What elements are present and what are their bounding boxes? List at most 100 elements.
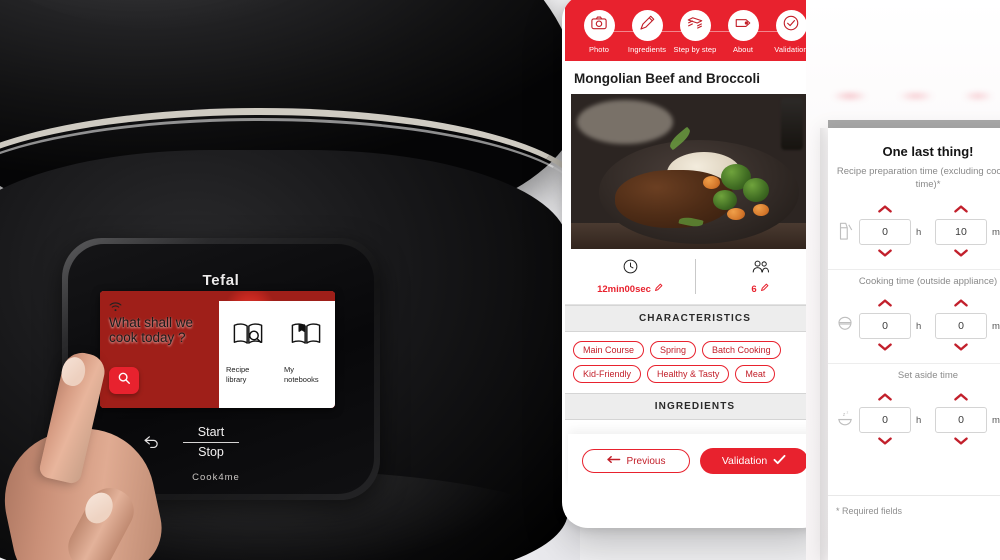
- step-bubble: [775, 10, 807, 41]
- stop-label: Stop: [198, 445, 224, 459]
- lid-gloss: [0, 0, 400, 30]
- tag-item[interactable]: Spring: [650, 341, 697, 359]
- setaside-minutes-unit: mi: [992, 414, 1000, 426]
- start-stop-divider: [183, 442, 239, 443]
- phone-bottom-bar: [568, 488, 822, 522]
- prep-hours-unit: h: [916, 226, 922, 238]
- chevron-down-icon[interactable]: [935, 339, 987, 357]
- chevron-up-icon[interactable]: [859, 201, 911, 219]
- chevron-up-icon[interactable]: [859, 389, 911, 407]
- tag-item[interactable]: Meat: [735, 365, 776, 383]
- cooking-time-label: Cooking time (outside appliance): [828, 269, 1000, 289]
- step-ingredients[interactable]: Ingredients: [625, 10, 669, 54]
- tag-item[interactable]: Healthy & Tasty: [647, 365, 730, 383]
- background-plate: [577, 100, 673, 144]
- prep-time-label: Recipe preparation time (excluding cooki…: [836, 166, 1000, 190]
- setaside-minutes-stepper[interactable]: 0: [935, 389, 987, 451]
- chevron-up-icon[interactable]: [935, 389, 987, 407]
- chevron-up-icon[interactable]: [859, 295, 911, 313]
- prep-time-cell[interactable]: 12min00sec: [565, 249, 695, 304]
- setaside-minutes-value[interactable]: 0: [935, 407, 987, 433]
- step-ingredients-label: Ingredients: [627, 45, 667, 54]
- check-circle-icon: [782, 14, 800, 37]
- broccoli: [743, 178, 769, 202]
- recipe-library-card[interactable]: Recipe library: [219, 301, 277, 408]
- prep-hours-value[interactable]: 0: [859, 219, 911, 245]
- step-stepbystep-label: Step by step: [673, 45, 717, 54]
- chevron-down-icon[interactable]: [859, 433, 911, 451]
- chevron-down-icon[interactable]: [935, 245, 987, 263]
- required-divider: [828, 495, 1000, 496]
- prep-minutes-stepper[interactable]: 10: [935, 201, 987, 263]
- people-icon: [751, 258, 770, 280]
- cooking-minutes-stepper[interactable]: 0: [935, 295, 987, 357]
- validation-button[interactable]: Validation: [700, 448, 808, 474]
- ingredients-header: INGREDIENTS: [565, 393, 825, 420]
- pen-icon: [638, 14, 656, 37]
- chevron-down-icon[interactable]: [935, 433, 987, 451]
- servings-value: 6: [751, 283, 757, 295]
- svg-text:z: z: [847, 411, 849, 415]
- device-screen[interactable]: What shall we cook today ? Recipe librar…: [100, 291, 335, 408]
- servings-value-wrap: 6: [751, 283, 769, 295]
- svg-text:z: z: [843, 412, 846, 418]
- modal-left-shadow: [820, 128, 828, 560]
- step-step-by-step[interactable]: Step by step: [673, 10, 717, 54]
- step-bubble: [727, 10, 759, 41]
- chevron-up-icon[interactable]: [935, 295, 987, 313]
- tag-item[interactable]: Batch Cooking: [702, 341, 781, 359]
- setaside-hours-unit: h: [916, 414, 922, 426]
- recipe-photo: [571, 94, 819, 249]
- broccoli: [713, 190, 737, 210]
- cooking-hours-stepper[interactable]: 0: [859, 295, 911, 357]
- pot-icon: [836, 315, 854, 337]
- validation-label: Validation: [721, 455, 768, 467]
- recipe-meta-row: 12min00sec 6: [565, 249, 825, 305]
- step-progress-bar: Photo Ingredients Step by step About Val…: [565, 0, 825, 61]
- setaside-hours-stepper[interactable]: 0: [859, 389, 911, 451]
- cooking-minutes-value[interactable]: 0: [935, 313, 987, 339]
- pencil-icon[interactable]: [760, 283, 769, 295]
- rest-icon: z z: [836, 409, 854, 431]
- step-about-label: About: [732, 45, 754, 54]
- required-fields-note: * Required fields: [836, 506, 903, 516]
- cards-icon: [686, 14, 704, 37]
- set-aside-time-row: z z 0 h 0 m: [828, 383, 1000, 457]
- model-name: Cook4me: [192, 472, 240, 483]
- previous-label: Previous: [626, 455, 666, 467]
- prep-hours-stepper[interactable]: 0: [859, 201, 911, 263]
- chevron-down-icon[interactable]: [859, 245, 911, 263]
- cooking-hours-value[interactable]: 0: [859, 313, 911, 339]
- back-arrow-icon[interactable]: [143, 434, 160, 449]
- appliance-photo: Tefal What shall we cook today ? Recipe …: [0, 0, 580, 560]
- chevron-up-icon[interactable]: [935, 201, 987, 219]
- phone-footer-actions: Previous Validation: [568, 434, 822, 488]
- tag-item[interactable]: Kid-Friendly: [573, 365, 642, 383]
- book-search-icon: [231, 321, 265, 347]
- search-button[interactable]: [109, 367, 139, 394]
- start-stop-button[interactable]: Start Stop: [176, 424, 246, 461]
- phone-mockup: Photo Ingredients Step by step About Val…: [562, 0, 828, 528]
- setaside-hours-value[interactable]: 0: [859, 407, 911, 433]
- tag-icon: [734, 14, 752, 37]
- prep-minutes-value[interactable]: 10: [935, 219, 987, 245]
- check-icon: [773, 454, 786, 468]
- previous-button[interactable]: Previous: [582, 449, 690, 473]
- tag-item[interactable]: Main Course: [573, 341, 645, 359]
- cooking-minutes-unit: mi: [992, 320, 1000, 332]
- prep-knife-icon: [836, 221, 854, 243]
- cooking-time-row: 0 h 0 mi: [828, 289, 1000, 363]
- chevron-down-icon[interactable]: [859, 339, 911, 357]
- screenshot-root: Tefal What shall we cook today ? Recipe …: [0, 0, 1000, 560]
- phone-screen: Photo Ingredients Step by step About Val…: [565, 0, 825, 522]
- prep-time-value-wrap: 12min00sec: [597, 283, 663, 295]
- characteristics-header: CHARACTERISTICS: [565, 305, 825, 332]
- cooking-hours-unit: h: [916, 320, 922, 332]
- pencil-icon[interactable]: [654, 283, 663, 295]
- modal-top-bar: [828, 120, 1000, 128]
- carrot: [753, 204, 769, 216]
- step-about[interactable]: About: [721, 10, 765, 54]
- step-photo[interactable]: Photo: [577, 10, 621, 54]
- carrot: [703, 176, 720, 189]
- my-notebooks-card[interactable]: My notebooks: [277, 301, 335, 408]
